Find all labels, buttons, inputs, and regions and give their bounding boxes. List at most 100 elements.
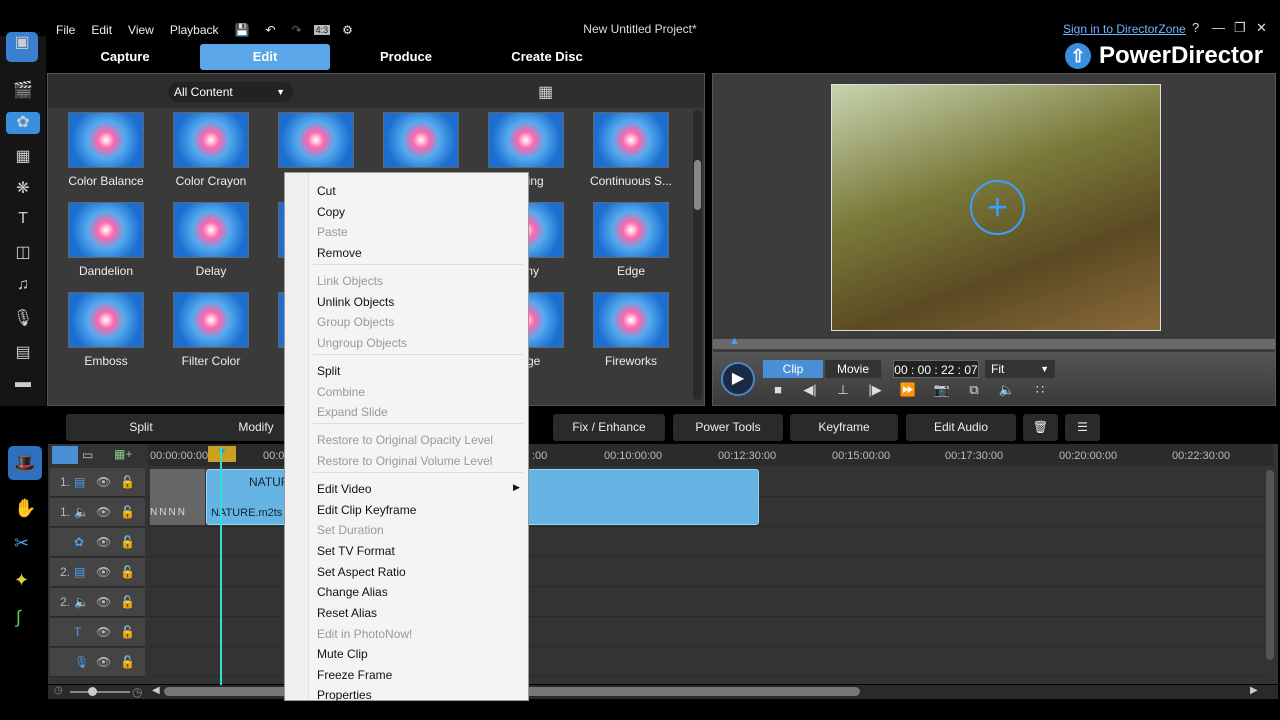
- effect-item[interactable]: Edge: [581, 202, 681, 278]
- next-frame-icon[interactable]: |▶: [864, 382, 886, 402]
- timecode-field[interactable]: 00 : 00 : 22 : 07: [893, 360, 979, 378]
- eye-icon[interactable]: 👁: [96, 505, 111, 519]
- audio-room-icon[interactable]: ♫: [11, 276, 35, 298]
- transition-room-icon[interactable]: ◫: [11, 242, 35, 264]
- minimize-icon[interactable]: —: [1212, 20, 1225, 35]
- more-icon[interactable]: ∷: [1029, 382, 1051, 402]
- scissors-icon[interactable]: ✂: [14, 533, 29, 554]
- fast-forward-icon[interactable]: ⏩: [897, 382, 919, 402]
- eye-icon[interactable]: 👁: [96, 595, 111, 609]
- menu-item-edit-video[interactable]: Edit Video: [317, 482, 372, 496]
- split-marker-icon[interactable]: ⊥: [832, 382, 854, 402]
- lock-icon[interactable]: 🔓: [120, 595, 135, 609]
- content-filter-dropdown[interactable]: All Content ▼: [168, 82, 293, 102]
- view-grid-icon[interactable]: ▦: [538, 82, 553, 102]
- scroll-left-icon[interactable]: ◀: [152, 685, 160, 696]
- effect-item[interactable]: Emboss: [56, 292, 156, 368]
- scroll-right-icon[interactable]: ▶: [1250, 685, 1258, 696]
- lock-icon[interactable]: 🔓: [120, 535, 135, 549]
- menu-item-set-tv-format[interactable]: Set TV Format: [317, 544, 395, 558]
- clip-mode-button[interactable]: Clip: [763, 360, 823, 378]
- restore-icon[interactable]: ❐: [1234, 20, 1246, 36]
- menu-item-change-alias[interactable]: Change Alias: [317, 585, 388, 599]
- storyboard-view-icon[interactable]: ▭: [82, 448, 93, 462]
- snapshot-icon[interactable]: 📷: [931, 382, 953, 402]
- chapter-room-icon[interactable]: ▤: [11, 342, 35, 364]
- tab-produce[interactable]: Produce: [341, 44, 471, 70]
- hand-tool-icon[interactable]: ✋: [14, 498, 36, 519]
- effect-room-icon[interactable]: ✿: [6, 112, 40, 134]
- motion-icon[interactable]: ∫: [16, 607, 21, 628]
- display-icon[interactable]: ⧉: [963, 382, 985, 402]
- small-clip[interactable]: N: [159, 469, 166, 525]
- redo-icon[interactable]: ↷: [284, 23, 310, 37]
- zoom-out-icon[interactable]: ◷: [54, 685, 63, 696]
- aspect-ratio-button[interactable]: 4:3: [313, 25, 331, 35]
- voiceover-room-icon[interactable]: 🎙: [11, 308, 35, 330]
- lock-icon[interactable]: 🔓: [120, 625, 135, 639]
- zoom-in-icon[interactable]: ◷: [132, 685, 142, 699]
- lock-icon[interactable]: 🔓: [120, 475, 135, 489]
- menu-item-set-aspect-ratio[interactable]: Set Aspect Ratio: [317, 565, 406, 579]
- delete-icon[interactable]: 🗑: [1023, 414, 1058, 441]
- small-clip[interactable]: N: [168, 469, 175, 525]
- play-button[interactable]: ▶: [721, 362, 755, 396]
- effect-item[interactable]: [371, 112, 471, 174]
- close-icon[interactable]: ✕: [1256, 20, 1267, 36]
- timeline-vertical-scrollbar[interactable]: [1266, 470, 1274, 660]
- playhead-line[interactable]: [220, 447, 222, 685]
- effect-item[interactable]: Color Balance: [56, 112, 156, 188]
- previous-frame-icon[interactable]: ◀|: [799, 382, 821, 402]
- help-icon[interactable]: ?: [1192, 20, 1199, 35]
- sign-in-link[interactable]: Sign in to DirectorZone: [1063, 22, 1186, 36]
- lock-icon[interactable]: 🔓: [120, 505, 135, 519]
- split-button[interactable]: Split: [66, 414, 216, 441]
- menu-item-freeze-frame[interactable]: Freeze Frame: [317, 668, 392, 682]
- preview-seek-bar[interactable]: ▲: [713, 335, 1275, 349]
- eye-icon[interactable]: 👁: [96, 535, 111, 549]
- seek-handle-icon[interactable]: ▲: [729, 335, 740, 347]
- effect-item[interactable]: Continuous S...: [581, 112, 681, 188]
- menu-item-remove[interactable]: Remove: [317, 246, 362, 260]
- pip-room-icon[interactable]: ▦: [11, 146, 35, 168]
- subtitle-room-icon[interactable]: ▬: [11, 374, 35, 396]
- zoom-slider[interactable]: [70, 687, 130, 696]
- keyframe-button[interactable]: Keyframe: [790, 414, 898, 441]
- add-track-icon[interactable]: ▦+: [114, 447, 132, 461]
- track-manager-icon[interactable]: ☰: [1065, 414, 1100, 441]
- menu-item-unlink-objects[interactable]: Unlink Objects: [317, 295, 394, 309]
- undo-icon[interactable]: ↶: [257, 23, 283, 37]
- small-clip[interactable]: N: [178, 469, 185, 525]
- edit-audio-button[interactable]: Edit Audio: [906, 414, 1016, 441]
- menu-item-cut[interactable]: Cut: [317, 184, 336, 198]
- menu-item-split[interactable]: Split: [317, 364, 340, 378]
- tab-capture[interactable]: Capture: [60, 44, 190, 70]
- volume-icon[interactable]: 🔈: [996, 382, 1018, 402]
- eye-icon[interactable]: 👁: [96, 565, 111, 579]
- save-icon[interactable]: 💾: [227, 23, 258, 37]
- media-room-icon[interactable]: 🎬: [11, 80, 35, 102]
- eye-icon[interactable]: 👁: [96, 625, 111, 639]
- tab-edit[interactable]: Edit: [200, 44, 330, 70]
- playhead-marker-icon[interactable]: ▼: [208, 446, 236, 462]
- small-clip[interactable]: N: [150, 469, 157, 525]
- lock-icon[interactable]: 🔓: [120, 655, 135, 669]
- zoom-dropdown[interactable]: Fit ▼: [985, 360, 1055, 378]
- menu-item-copy[interactable]: Copy: [317, 205, 345, 219]
- tab-create-disc[interactable]: Create Disc: [482, 44, 612, 70]
- settings-icon[interactable]: ⚙: [334, 23, 361, 37]
- title-room-icon[interactable]: T: [11, 210, 35, 232]
- effect-item[interactable]: Fireworks: [581, 292, 681, 368]
- small-clips[interactable]: N N N N: [150, 469, 205, 525]
- movie-mode-button[interactable]: Movie: [825, 360, 881, 378]
- particle-room-icon[interactable]: ❋: [11, 178, 35, 200]
- eye-icon[interactable]: 👁: [96, 475, 111, 489]
- stop-icon[interactable]: ■: [767, 382, 789, 402]
- fix-enhance-button[interactable]: Fix / Enhance: [553, 414, 665, 441]
- effect-item[interactable]: Dandelion: [56, 202, 156, 278]
- menu-file[interactable]: File: [48, 23, 83, 37]
- effect-item[interactable]: Color Crayon: [161, 112, 261, 188]
- effect-item[interactable]: Delay: [161, 202, 261, 278]
- library-scrollbar[interactable]: [693, 110, 702, 400]
- menu-playback[interactable]: Playback: [162, 23, 227, 37]
